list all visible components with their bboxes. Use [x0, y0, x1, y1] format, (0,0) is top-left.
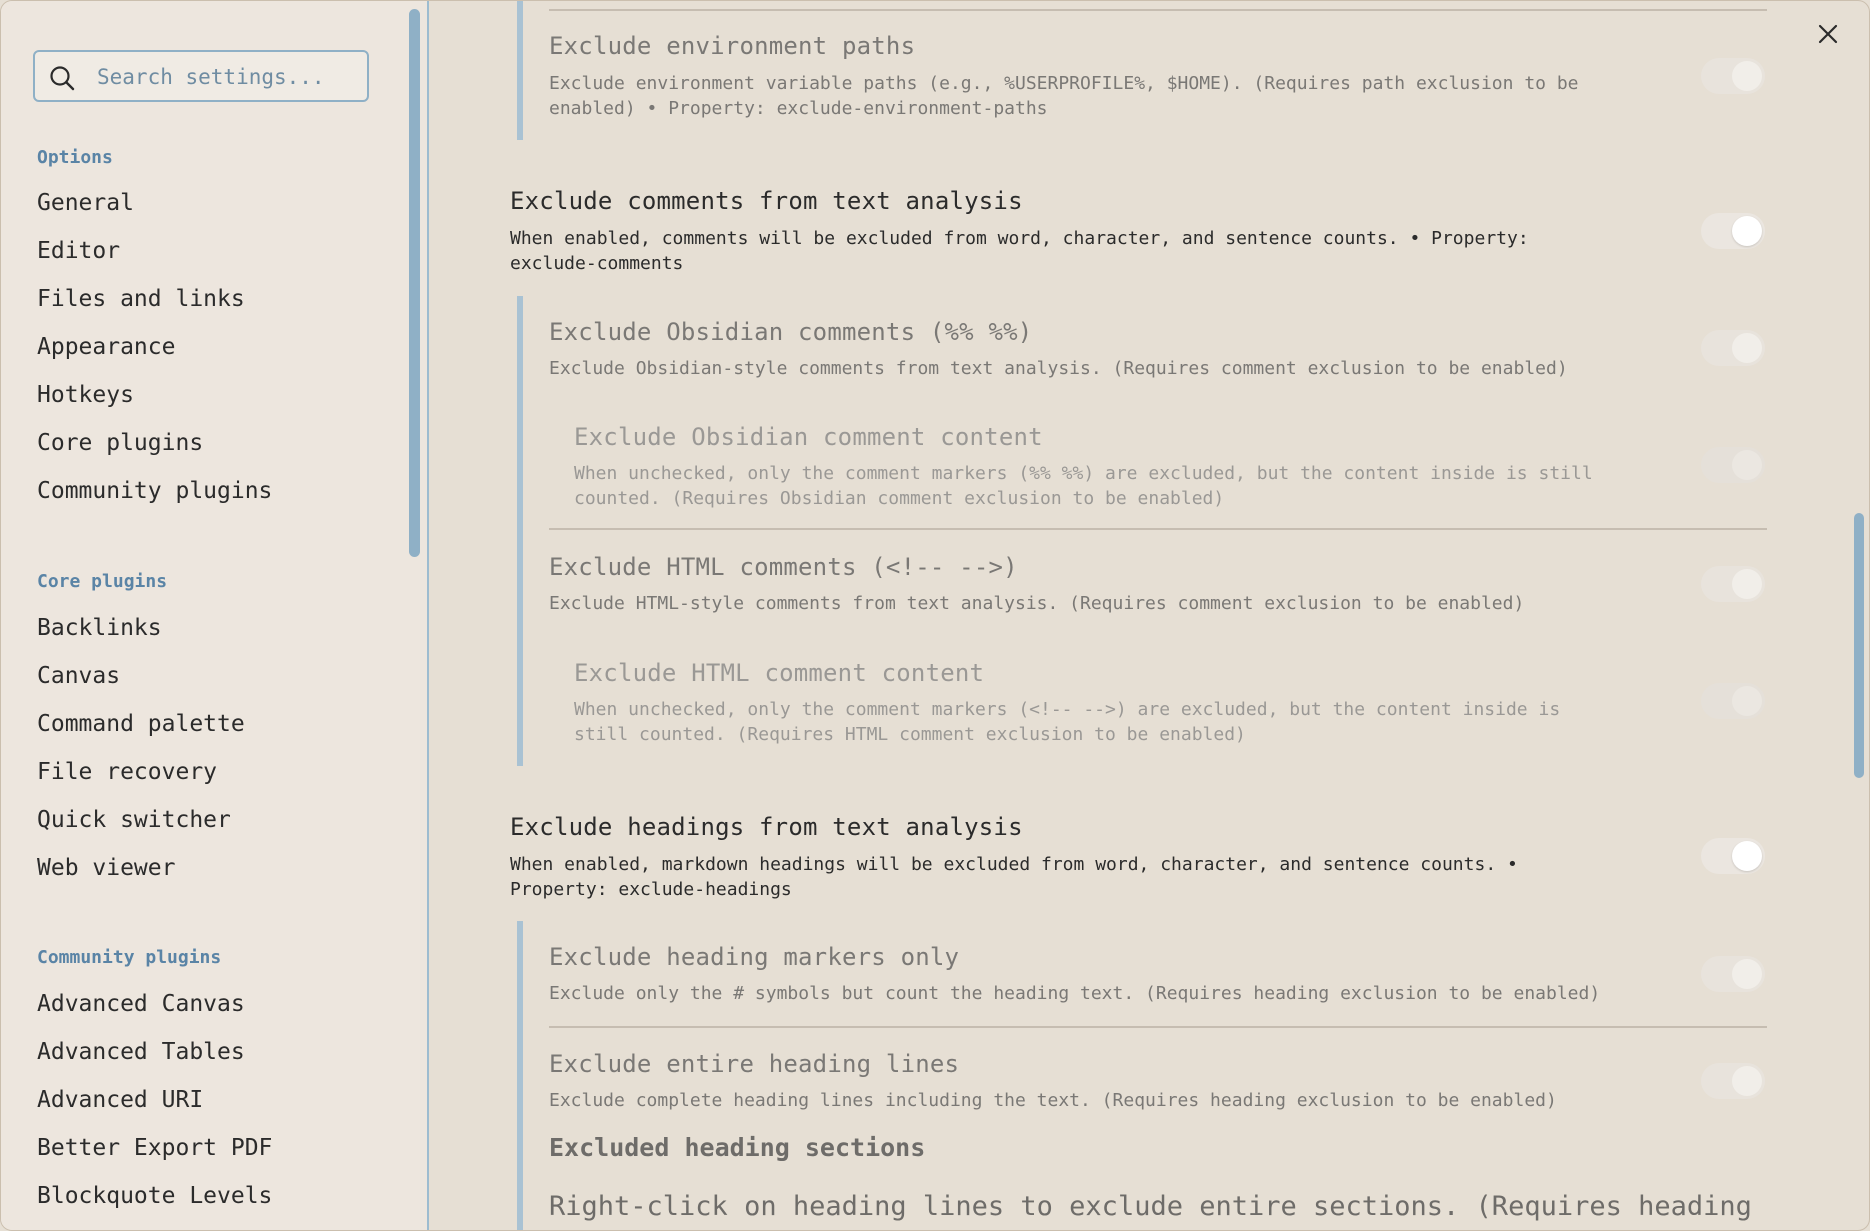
sidebar-item-appearance[interactable]: Appearance	[37, 334, 175, 360]
toggle-knob	[1732, 61, 1762, 91]
setting-title: Exclude environment paths	[549, 32, 916, 60]
sidebar-item-general[interactable]: General	[37, 190, 134, 216]
search-icon	[50, 66, 75, 91]
setting-desc: still counted. (Requires HTML comment ex…	[574, 724, 1246, 745]
env-paths-toggle[interactable]	[1701, 58, 1765, 94]
setting-desc: When enabled, markdown headings will be …	[510, 854, 1518, 875]
toggle-knob	[1732, 216, 1762, 246]
setting-title: Exclude HTML comments (<!-- -->)	[549, 553, 1018, 581]
sidebar-item-better-export-pdf[interactable]: Better Export PDF	[37, 1135, 272, 1161]
sidebar-item-core-plugins[interactable]: Core plugins	[37, 430, 203, 456]
setting-desc: When unchecked, only the comment markers…	[574, 463, 1593, 484]
setting-desc: Exclude environment variable paths (e.g.…	[549, 73, 1579, 94]
sidebar-item-file-recovery[interactable]: File recovery	[37, 759, 217, 785]
sidebar-item-community-plugins[interactable]: Community plugins	[37, 478, 272, 504]
setting-title: Exclude headings from text analysis	[510, 813, 1023, 841]
toggle-knob	[1732, 959, 1762, 989]
setting-desc: When unchecked, only the comment markers…	[574, 699, 1561, 720]
sidebar-item-editor[interactable]: Editor	[37, 238, 120, 264]
divider	[549, 9, 1767, 11]
setting-desc: Exclude complete heading lines including…	[549, 1090, 1557, 1111]
sidebar-item-web-viewer[interactable]: Web viewer	[37, 855, 175, 881]
setting-desc: Property: exclude-headings	[510, 879, 792, 900]
sidebar-item-hotkeys[interactable]: Hotkeys	[37, 382, 134, 408]
setting-desc: Exclude HTML-style comments from text an…	[549, 593, 1525, 614]
group-title-core-plugins: Core plugins	[37, 571, 168, 592]
nested-indent-bar	[517, 296, 523, 766]
setting-desc: exclude-comments	[510, 253, 684, 274]
toggle-knob	[1732, 569, 1762, 599]
setting-title: Exclude comments from text analysis	[510, 187, 1023, 215]
setting-title: Exclude Obsidian comments (%% %%)	[549, 318, 1033, 346]
headings-toggle[interactable]	[1701, 838, 1765, 874]
excluded-sections-desc: Right-click on heading lines to exclude …	[549, 1191, 1752, 1222]
html-content-toggle[interactable]	[1701, 683, 1765, 719]
sidebar-item-advanced-tables[interactable]: Advanced Tables	[37, 1039, 245, 1065]
html-comments-toggle[interactable]	[1701, 566, 1765, 602]
sidebar-item-quick-switcher[interactable]: Quick switcher	[37, 807, 231, 833]
toggle-knob	[1732, 1066, 1762, 1096]
sidebar-item-backlinks[interactable]: Backlinks	[37, 615, 162, 641]
obsidian-comments-toggle[interactable]	[1701, 330, 1765, 366]
sidebar-item-advanced-uri[interactable]: Advanced URI	[37, 1087, 203, 1113]
group-title-options: Options	[37, 147, 113, 168]
sidebar-item-blockquote-levels[interactable]: Blockquote Levels	[37, 1183, 272, 1209]
obsidian-content-toggle[interactable]	[1701, 447, 1765, 483]
toggle-knob	[1732, 841, 1762, 871]
main-scrollbar[interactable]	[1854, 513, 1864, 778]
search-box[interactable]	[33, 50, 369, 102]
toggle-knob	[1732, 450, 1762, 480]
setting-title: Exclude entire heading lines	[549, 1050, 960, 1078]
sidebar-item-command-palette[interactable]: Command palette	[37, 711, 245, 737]
toggle-knob	[1732, 686, 1762, 716]
setting-desc: Exclude Obsidian-style comments from tex…	[549, 358, 1568, 379]
heading-lines-toggle[interactable]	[1701, 1063, 1765, 1099]
divider	[549, 528, 1767, 530]
setting-desc: counted. (Requires Obsidian comment excl…	[574, 488, 1225, 509]
setting-title: Exclude HTML comment content	[574, 659, 985, 687]
divider	[549, 1026, 1767, 1028]
sidebar-scrollbar[interactable]	[409, 9, 420, 557]
setting-title: Exclude Obsidian comment content	[574, 423, 1043, 451]
settings-modal: Options General Editor Files and links A…	[0, 0, 1870, 1231]
search-input[interactable]	[95, 60, 359, 94]
settings-sidebar: Options General Editor Files and links A…	[1, 1, 429, 1230]
sidebar-item-files-and-links[interactable]: Files and links	[37, 286, 245, 312]
setting-desc: When enabled, comments will be excluded …	[510, 228, 1529, 249]
setting-desc: Exclude only the # symbols but count the…	[549, 983, 1601, 1004]
heading-markers-toggle[interactable]	[1701, 956, 1765, 992]
setting-desc: enabled) • Property: exclude-environment…	[549, 98, 1048, 119]
close-icon[interactable]	[1813, 19, 1843, 49]
group-title-community-plugins: Community plugins	[37, 947, 222, 968]
toggle-knob	[1732, 333, 1762, 363]
sidebar-item-canvas[interactable]: Canvas	[37, 663, 120, 689]
comments-toggle[interactable]	[1701, 213, 1765, 249]
excluded-sections-heading: Excluded heading sections	[549, 1133, 926, 1162]
nested-indent-bar	[517, 921, 523, 1230]
nested-indent-bar	[517, 1, 523, 140]
setting-title: Exclude heading markers only	[549, 943, 960, 971]
sidebar-item-advanced-canvas[interactable]: Advanced Canvas	[37, 991, 245, 1017]
